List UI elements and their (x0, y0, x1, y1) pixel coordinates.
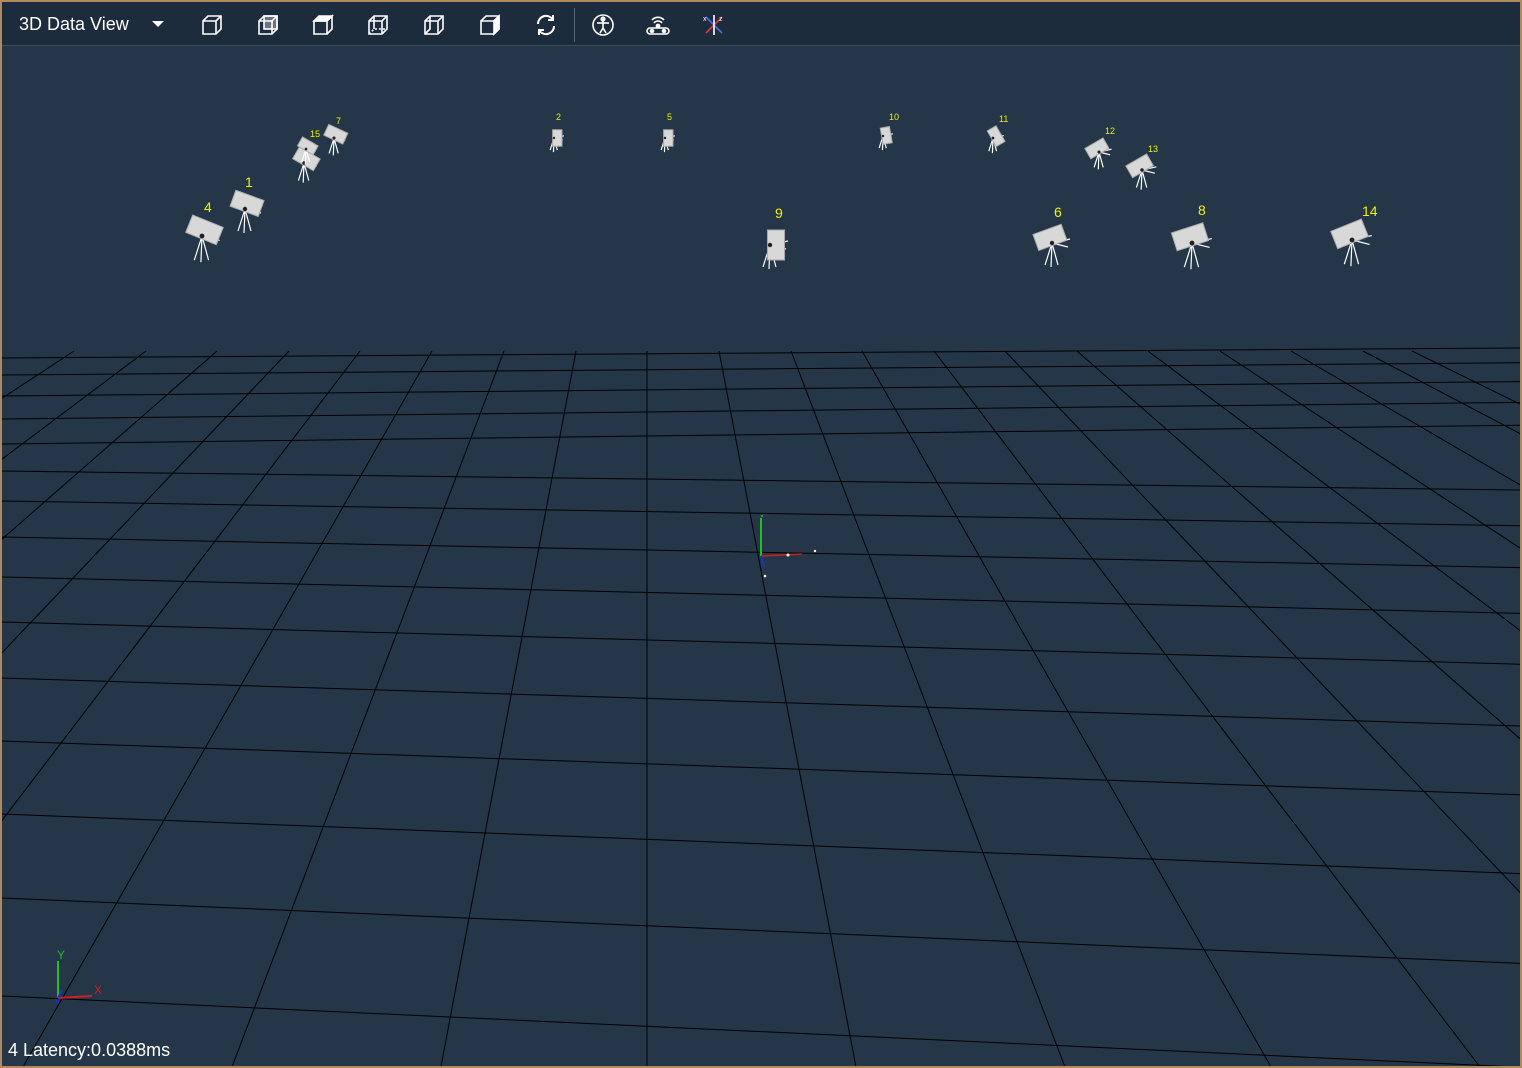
camera-label: 4 (204, 199, 212, 215)
view-right-icon (480, 14, 500, 36)
view-bottom-icon (368, 15, 388, 35)
camera-label: 2 (556, 112, 561, 122)
view-mode-dropdown[interactable]: 3D Data View (10, 8, 180, 40)
camera-7[interactable]: 7 (323, 116, 349, 156)
skeleton-icon (592, 14, 614, 36)
camera-label: 9 (775, 205, 783, 221)
svg-text:v: v (55, 996, 60, 1007)
camera-4[interactable]: 4 (185, 199, 224, 263)
view-left-button[interactable] (418, 9, 450, 41)
camera-10[interactable]: 10 (878, 112, 899, 151)
view-left-icon (424, 15, 444, 35)
camera-5[interactable]: 5 (660, 112, 676, 153)
camera-label: 5 (667, 112, 672, 122)
camera-label: 7 (336, 116, 341, 126)
gizmo-x-label: X (94, 983, 102, 997)
view-right-button[interactable] (474, 9, 506, 41)
camera-9[interactable]: 9 (762, 205, 789, 270)
camera-label: 1 (245, 174, 253, 190)
camera-group: 123456789101112131415 (185, 112, 1378, 270)
camera-14[interactable]: 14 (1330, 203, 1378, 267)
view-bottom-button[interactable] (362, 9, 394, 41)
camera-label: 11 (999, 114, 1008, 124)
rigid-body-icon (646, 16, 670, 35)
view-back-icon (258, 15, 278, 35)
camera-13[interactable]: 13 (1125, 144, 1158, 190)
refresh-icon (536, 14, 556, 36)
view-front-button[interactable] (196, 9, 228, 41)
gizmo-y-label: Y (57, 948, 65, 962)
toolbar: 3D Data View x z (2, 2, 1520, 46)
camera-6[interactable]: 6 (1032, 204, 1071, 268)
axis-settings-icon: x z (703, 15, 723, 35)
latency-status: 4 Latency:0.0388ms (8, 1040, 171, 1060)
view-back-button[interactable] (252, 9, 284, 41)
camera-label: 6 (1054, 204, 1062, 220)
view-mode-label: 3D Data View (19, 13, 129, 34)
camera-label: 15 (310, 129, 320, 139)
origin-axes (760, 514, 817, 578)
axis-settings-button[interactable]: x z (698, 9, 730, 41)
camera-2[interactable]: 2 (549, 112, 565, 153)
svg-text:x: x (703, 16, 707, 23)
toolbar-separator (574, 8, 575, 42)
camera-8[interactable]: 8 (1170, 202, 1212, 270)
camera-label: 14 (1362, 203, 1378, 219)
scene-3d[interactable]: 123456789101112131415 Y X v (2, 46, 1520, 1066)
skeleton-button[interactable] (587, 9, 619, 41)
view-top-icon (312, 14, 334, 35)
chevron-down-icon (152, 21, 164, 27)
svg-text:z: z (719, 16, 723, 23)
rigid-body-button[interactable] (642, 9, 674, 41)
camera-label: 12 (1105, 126, 1115, 136)
orientation-gizmo: Y X v (55, 948, 102, 1007)
floor-grid (2, 347, 1520, 1066)
camera-11[interactable]: 11 (986, 114, 1008, 154)
camera-label: 13 (1148, 144, 1158, 154)
camera-label: 10 (889, 112, 899, 122)
viewport-frame: 3D Data View x z 1 2 4 5 6 7 8 9 10 11 1… (0, 0, 1522, 1068)
camera-label: 8 (1198, 202, 1206, 218)
view-front-icon (202, 15, 222, 35)
camera-12[interactable]: 12 (1084, 126, 1115, 170)
refresh-button[interactable] (530, 9, 562, 41)
scene-canvas[interactable]: 123456789101112131415 Y X v (2, 46, 1520, 1066)
camera-1[interactable]: 1 (229, 174, 265, 234)
view-top-button[interactable] (307, 9, 339, 41)
